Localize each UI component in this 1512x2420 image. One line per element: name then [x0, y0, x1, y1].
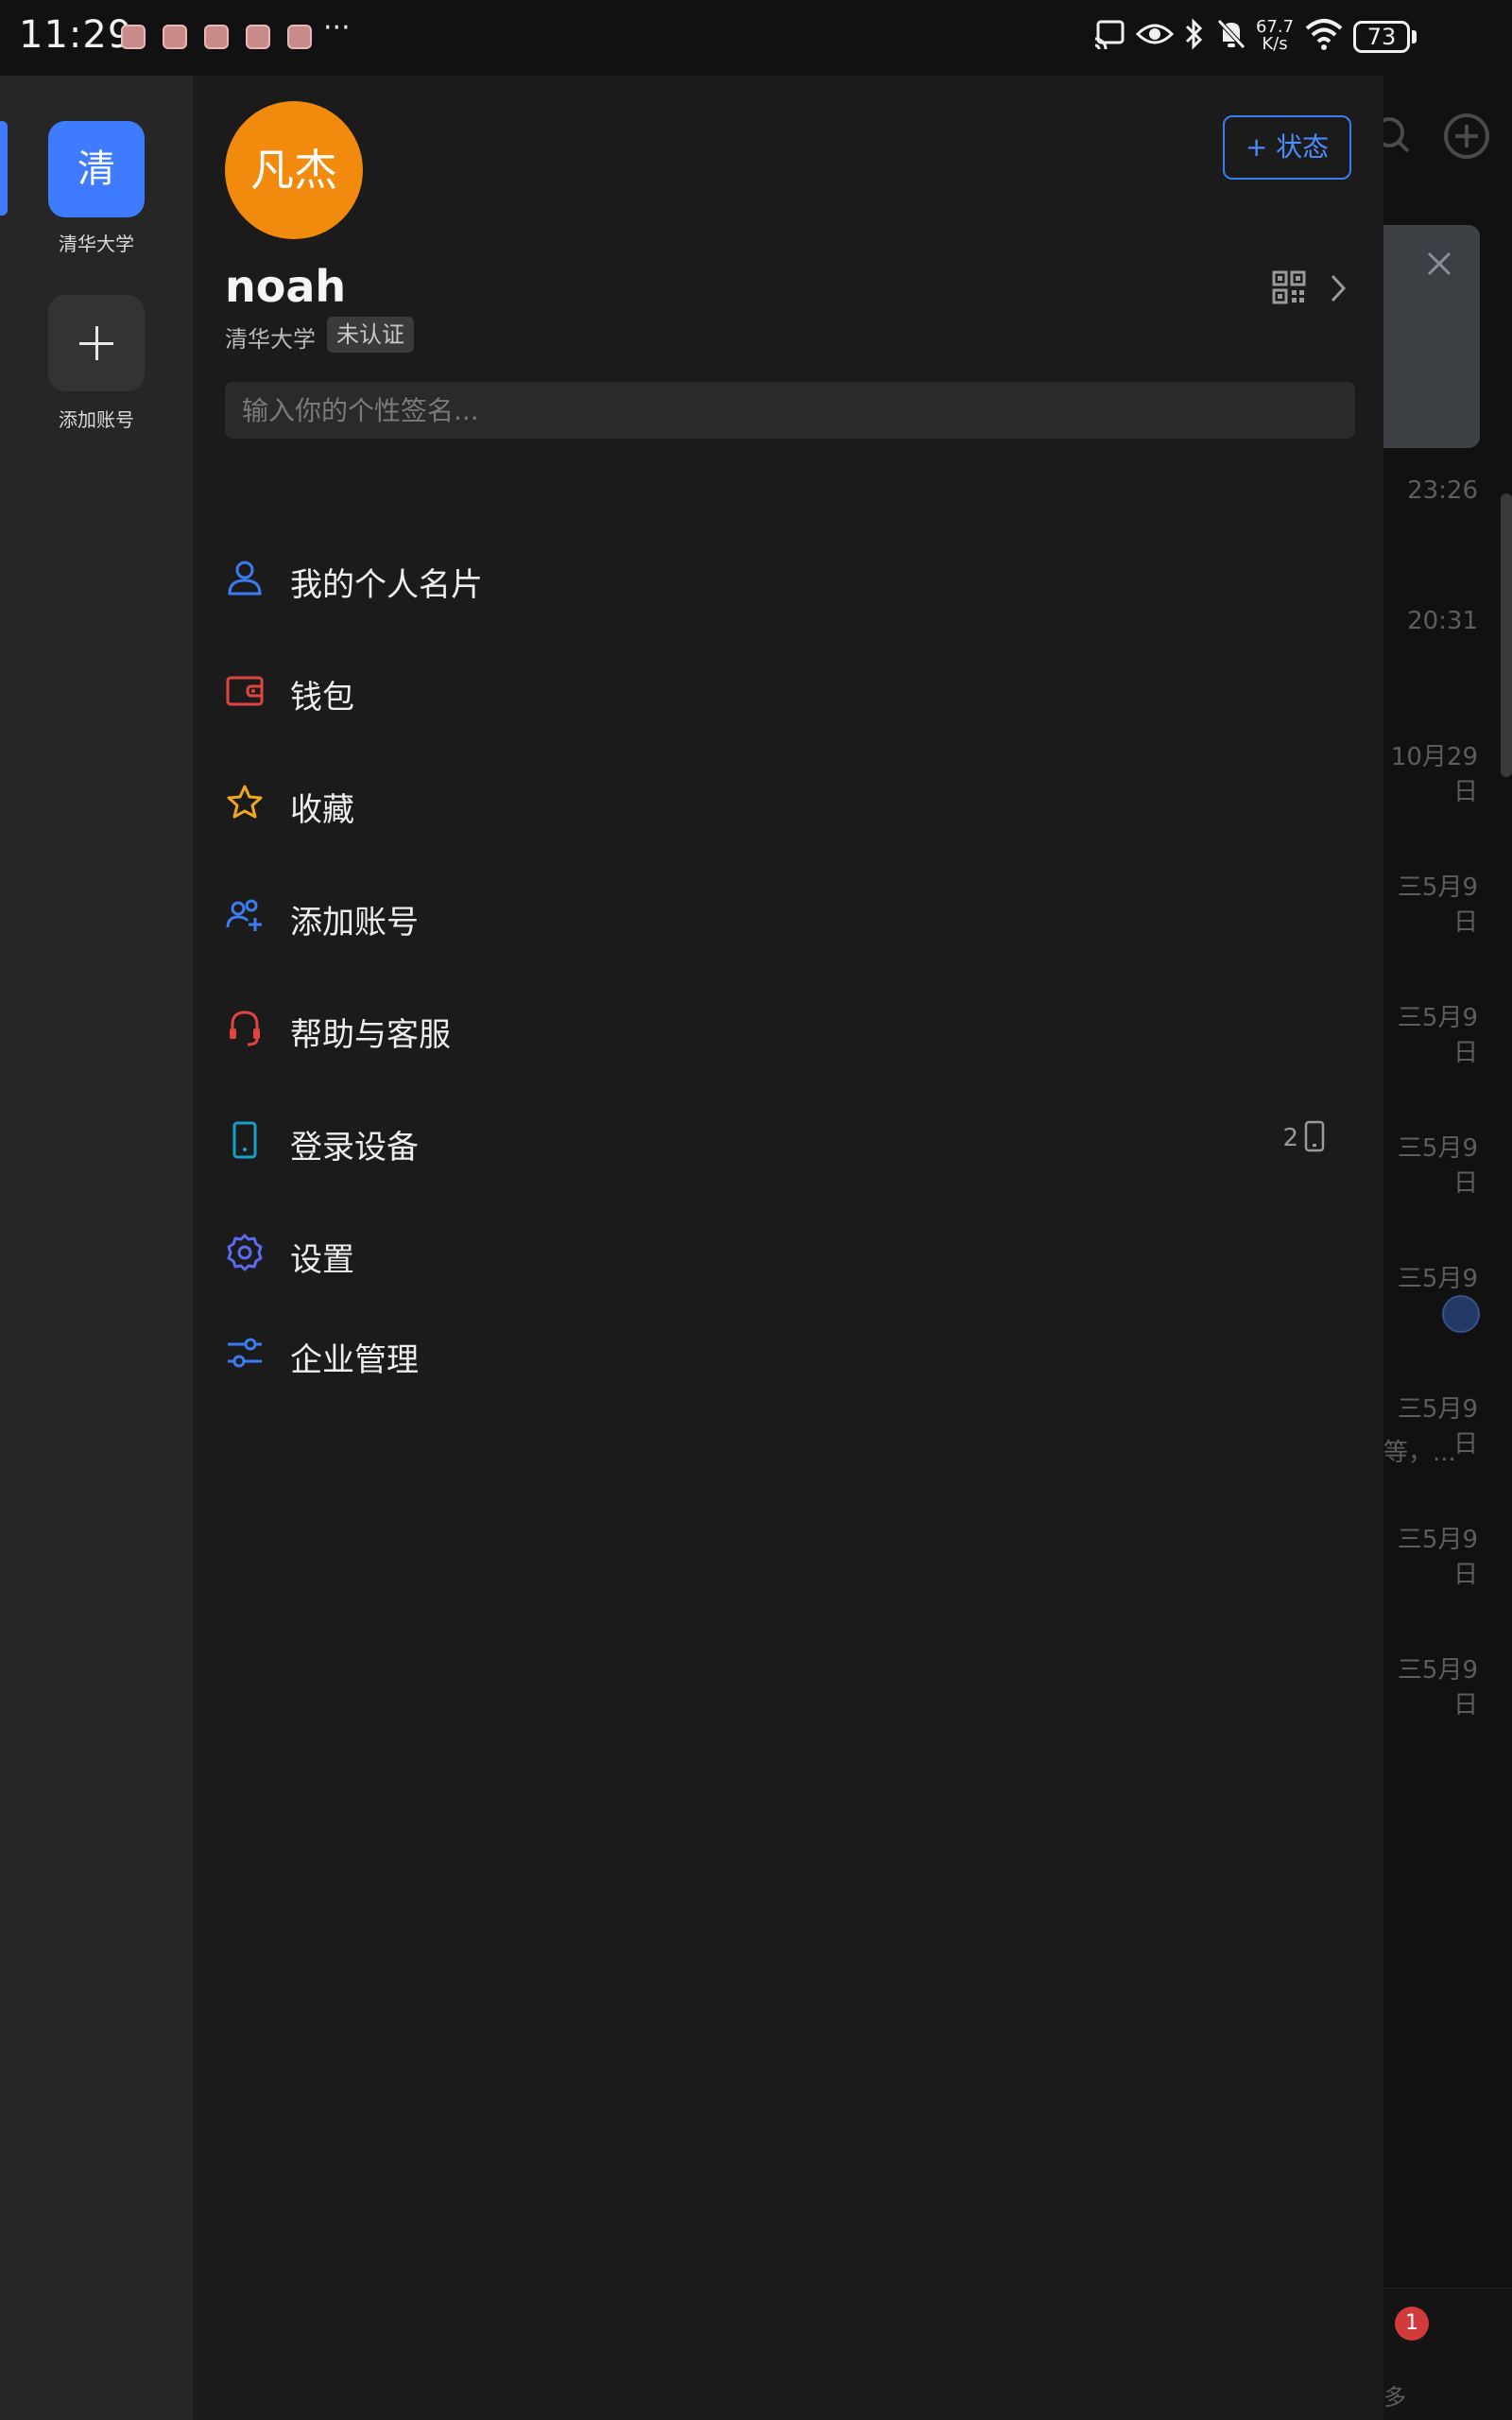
search-icon	[1383, 117, 1410, 153]
plus-icon	[95, 326, 98, 360]
bluetooth-icon	[1185, 18, 1203, 50]
status-bar: 11:29 ··· 67.7 K/s 73	[0, 0, 1512, 76]
chat-time: 三5月9日	[1397, 1656, 1478, 1720]
star-icon	[227, 785, 263, 819]
sliders-icon	[228, 1338, 262, 1368]
chevron-right-icon[interactable]	[1327, 272, 1349, 304]
chat-time: 三5月9日	[1397, 873, 1478, 937]
menu-item-enterprise[interactable]: 企业管理	[193, 1310, 1383, 1395]
battery-indicator: 73	[1353, 21, 1410, 53]
network-speed: 67.7 K/s	[1253, 19, 1297, 53]
unread-badge: 1	[1395, 2307, 1429, 2341]
device-phone-icon	[1304, 1120, 1325, 1152]
notification-app-icon	[204, 25, 229, 49]
add-account-button[interactable]	[48, 295, 145, 391]
wallet-icon	[226, 676, 264, 706]
network-speed-unit: K/s	[1262, 34, 1288, 54]
gear-icon	[227, 1234, 263, 1271]
mute-bell-icon	[1217, 19, 1246, 49]
person-icon	[228, 561, 262, 596]
wifi-icon	[1305, 19, 1343, 50]
menu-label: 设置	[290, 1241, 354, 1279]
menu-item-business-card[interactable]: 我的个人名片	[193, 535, 1383, 620]
menu-label: 登录设备	[290, 1129, 419, 1167]
more-notifications-icon: ···	[323, 11, 351, 44]
username: noah	[225, 261, 347, 312]
status-time: 11:29	[19, 13, 133, 57]
active-account-indicator	[0, 121, 8, 216]
phone-icon	[232, 1121, 257, 1159]
chat-time: 10月29日	[1390, 743, 1478, 806]
chat-status-icon	[1442, 1295, 1480, 1333]
banner-card	[1383, 225, 1480, 448]
notification-app-icon	[246, 25, 270, 49]
profile-drawer: 凡杰 + 状态 noah 清华大学 未认证 我的个人名片 钱包	[193, 76, 1383, 2420]
scrollbar[interactable]	[1501, 493, 1512, 777]
device-count: 2	[1282, 1124, 1298, 1152]
menu-item-favorites[interactable]: 收藏	[193, 760, 1383, 845]
org-account-avatar[interactable]: 清	[48, 121, 145, 217]
chat-time: 20:31	[1407, 607, 1478, 635]
menu-label: 企业管理	[290, 1341, 419, 1379]
verification-badge[interactable]: 未认证	[327, 317, 414, 353]
chat-time: 三5月9日	[1397, 1526, 1478, 1589]
add-user-icon	[226, 899, 262, 931]
notification-app-icon	[163, 25, 187, 49]
cast-icon	[1094, 20, 1125, 50]
chat-time: 23:26	[1407, 476, 1478, 505]
menu-label: 帮助与客服	[290, 1016, 451, 1054]
menu-label: 收藏	[290, 791, 354, 829]
menu-item-wallet[interactable]: 钱包	[193, 648, 1383, 733]
menu-label: 添加账号	[290, 904, 419, 942]
add-status-button[interactable]: + 状态	[1223, 115, 1351, 180]
qr-code-icon[interactable]	[1272, 270, 1306, 304]
chat-time: 三5月9日	[1397, 1004, 1478, 1067]
menu-item-add-account[interactable]: 添加账号	[193, 873, 1383, 958]
notification-app-icon	[287, 25, 312, 49]
user-org-name: 清华大学	[225, 326, 316, 353]
menu-item-help[interactable]: 帮助与客服	[193, 985, 1383, 1070]
battery-tip	[1412, 30, 1417, 43]
org-account-label: 清华大学	[59, 233, 134, 255]
menu-item-login-devices[interactable]: 登录设备 2	[193, 1098, 1383, 1183]
menu-item-settings[interactable]: 设置	[193, 1210, 1383, 1295]
chat-snippet: 等，...	[1383, 1439, 1456, 1467]
chat-time: 三5月9日	[1397, 1134, 1478, 1198]
add-account-label: 添加账号	[59, 408, 134, 431]
more-tab-label[interactable]: 多	[1383, 2378, 1406, 2411]
close-icon	[1427, 251, 1452, 276]
headset-icon	[230, 1011, 260, 1046]
dimmed-chat-list[interactable]: 23:26 20:31 10月29日 三5月9日 三5月9日 三5月9日 三5月…	[1383, 76, 1512, 2420]
account-rail: 清 清华大学 添加账号	[0, 76, 193, 2420]
menu-label: 钱包	[290, 679, 354, 717]
user-avatar[interactable]: 凡杰	[225, 101, 363, 239]
signature-input[interactable]	[225, 382, 1355, 439]
menu-label: 我的个人名片	[290, 566, 483, 604]
notification-app-icon	[121, 25, 146, 49]
eye-comfort-icon	[1136, 24, 1174, 44]
add-circle-icon	[1444, 113, 1489, 159]
